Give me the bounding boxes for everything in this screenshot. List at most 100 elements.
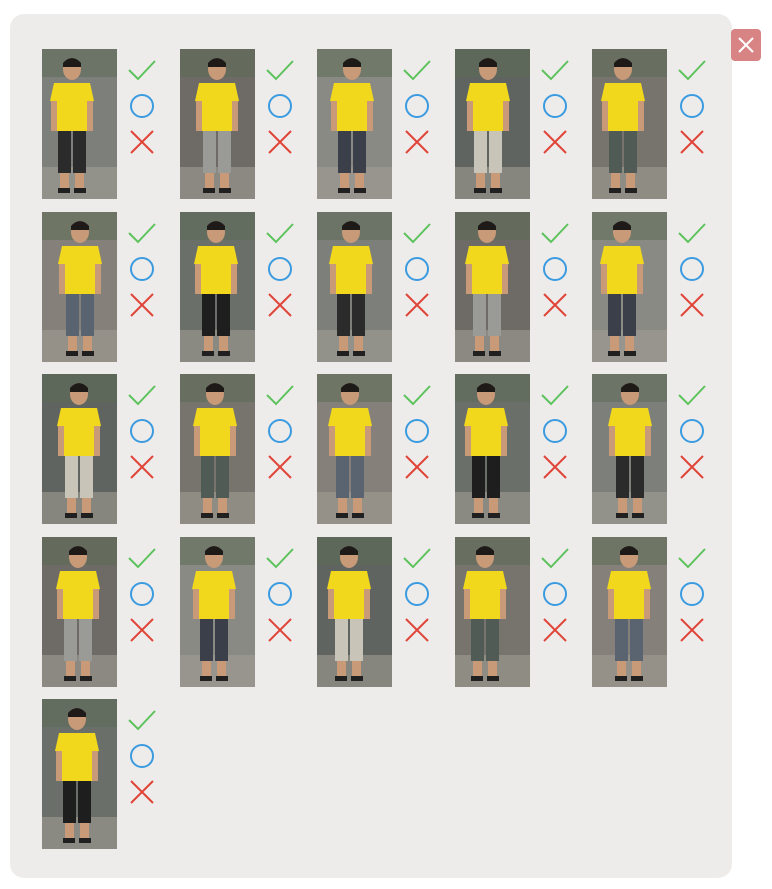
unsure-button[interactable] [401, 416, 433, 446]
accept-button[interactable] [676, 380, 708, 410]
accept-button[interactable] [676, 543, 708, 573]
person-thumbnail[interactable] [42, 211, 117, 362]
unsure-button[interactable] [126, 91, 158, 121]
person-thumbnail[interactable] [592, 536, 667, 687]
circle-icon [405, 419, 429, 443]
person-thumbnail[interactable] [42, 699, 117, 849]
reject-button[interactable] [539, 452, 571, 482]
label-options [676, 218, 710, 326]
unsure-button[interactable] [264, 416, 296, 446]
accept-button[interactable] [539, 543, 571, 573]
person-thumbnail[interactable] [317, 536, 392, 687]
unsure-button[interactable] [676, 254, 708, 284]
reject-button[interactable] [264, 127, 296, 157]
circle-icon [542, 94, 567, 118]
circle-icon [542, 419, 567, 443]
reject-button[interactable] [539, 290, 571, 320]
unsure-button[interactable] [264, 579, 296, 609]
accept-button[interactable] [676, 55, 708, 85]
reject-button[interactable] [676, 615, 708, 645]
person-thumbnail[interactable] [317, 211, 392, 362]
reject-button[interactable] [401, 127, 433, 157]
circle-icon [130, 581, 154, 606]
accept-button[interactable] [126, 380, 158, 410]
accept-button[interactable] [539, 218, 571, 248]
accept-button[interactable] [264, 380, 296, 410]
accept-button[interactable] [264, 218, 296, 248]
accept-button[interactable] [676, 218, 708, 248]
reject-button[interactable] [676, 452, 708, 482]
accept-button[interactable] [401, 218, 433, 248]
unsure-button[interactable] [401, 254, 433, 284]
reject-button[interactable] [676, 127, 708, 157]
unsure-button[interactable] [126, 741, 158, 771]
person-thumbnail[interactable] [592, 49, 667, 199]
accept-button[interactable] [264, 55, 296, 85]
unsure-button[interactable] [401, 579, 433, 609]
unsure-button[interactable] [539, 91, 571, 121]
unsure-button[interactable] [126, 416, 158, 446]
unsure-button[interactable] [539, 579, 571, 609]
close-button[interactable] [731, 29, 761, 61]
person-thumbnail[interactable] [179, 374, 255, 524]
person-thumbnail[interactable] [454, 49, 530, 199]
person-thumbnail[interactable] [42, 374, 117, 524]
unsure-button[interactable] [676, 579, 708, 609]
image-card [454, 374, 585, 526]
reject-button[interactable] [401, 615, 433, 645]
unsure-button[interactable] [539, 416, 571, 446]
cross-icon [542, 130, 567, 154]
accept-button[interactable] [401, 380, 433, 410]
accept-button[interactable] [401, 543, 433, 573]
checkmark-icon [678, 222, 706, 243]
unsure-button[interactable] [676, 91, 708, 121]
accept-button[interactable] [126, 218, 158, 248]
reject-button[interactable] [401, 452, 433, 482]
unsure-button[interactable] [539, 254, 571, 284]
person-thumbnail[interactable] [179, 49, 255, 199]
person-thumbnail[interactable] [454, 374, 530, 524]
person-thumbnail[interactable] [317, 49, 392, 199]
reject-button[interactable] [676, 290, 708, 320]
unsure-button[interactable] [126, 254, 158, 284]
accept-button[interactable] [539, 55, 571, 85]
unsure-button[interactable] [676, 416, 708, 446]
unsure-button[interactable] [264, 254, 296, 284]
reject-button[interactable] [126, 777, 158, 807]
image-card [42, 536, 172, 689]
unsure-button[interactable] [264, 91, 296, 121]
unsure-button[interactable] [126, 579, 158, 609]
cross-icon [267, 455, 292, 479]
reject-button[interactable] [264, 290, 296, 320]
person-thumbnail[interactable] [454, 211, 530, 362]
circle-icon [130, 744, 154, 768]
cross-icon [542, 455, 567, 479]
accept-button[interactable] [401, 55, 433, 85]
reject-button[interactable] [539, 127, 571, 157]
checkmark-icon [403, 547, 431, 568]
reject-button[interactable] [126, 290, 158, 320]
reject-button[interactable] [126, 127, 158, 157]
person-thumbnail[interactable] [42, 536, 117, 687]
person-thumbnail[interactable] [592, 374, 667, 524]
reject-button[interactable] [126, 452, 158, 482]
accept-button[interactable] [539, 380, 571, 410]
person-thumbnail[interactable] [592, 211, 667, 362]
person-thumbnail[interactable] [454, 536, 530, 687]
person-thumbnail[interactable] [179, 211, 255, 362]
reject-button[interactable] [264, 615, 296, 645]
accept-button[interactable] [126, 705, 158, 735]
reject-button[interactable] [126, 615, 158, 645]
accept-button[interactable] [126, 55, 158, 85]
accept-button[interactable] [126, 543, 158, 573]
unsure-button[interactable] [401, 91, 433, 121]
checkmark-icon [403, 222, 431, 243]
person-thumbnail[interactable] [179, 536, 255, 687]
label-options [126, 218, 160, 326]
reject-button[interactable] [401, 290, 433, 320]
person-thumbnail[interactable] [317, 374, 392, 524]
accept-button[interactable] [264, 543, 296, 573]
reject-button[interactable] [539, 615, 571, 645]
person-thumbnail[interactable] [42, 49, 117, 199]
reject-button[interactable] [264, 452, 296, 482]
